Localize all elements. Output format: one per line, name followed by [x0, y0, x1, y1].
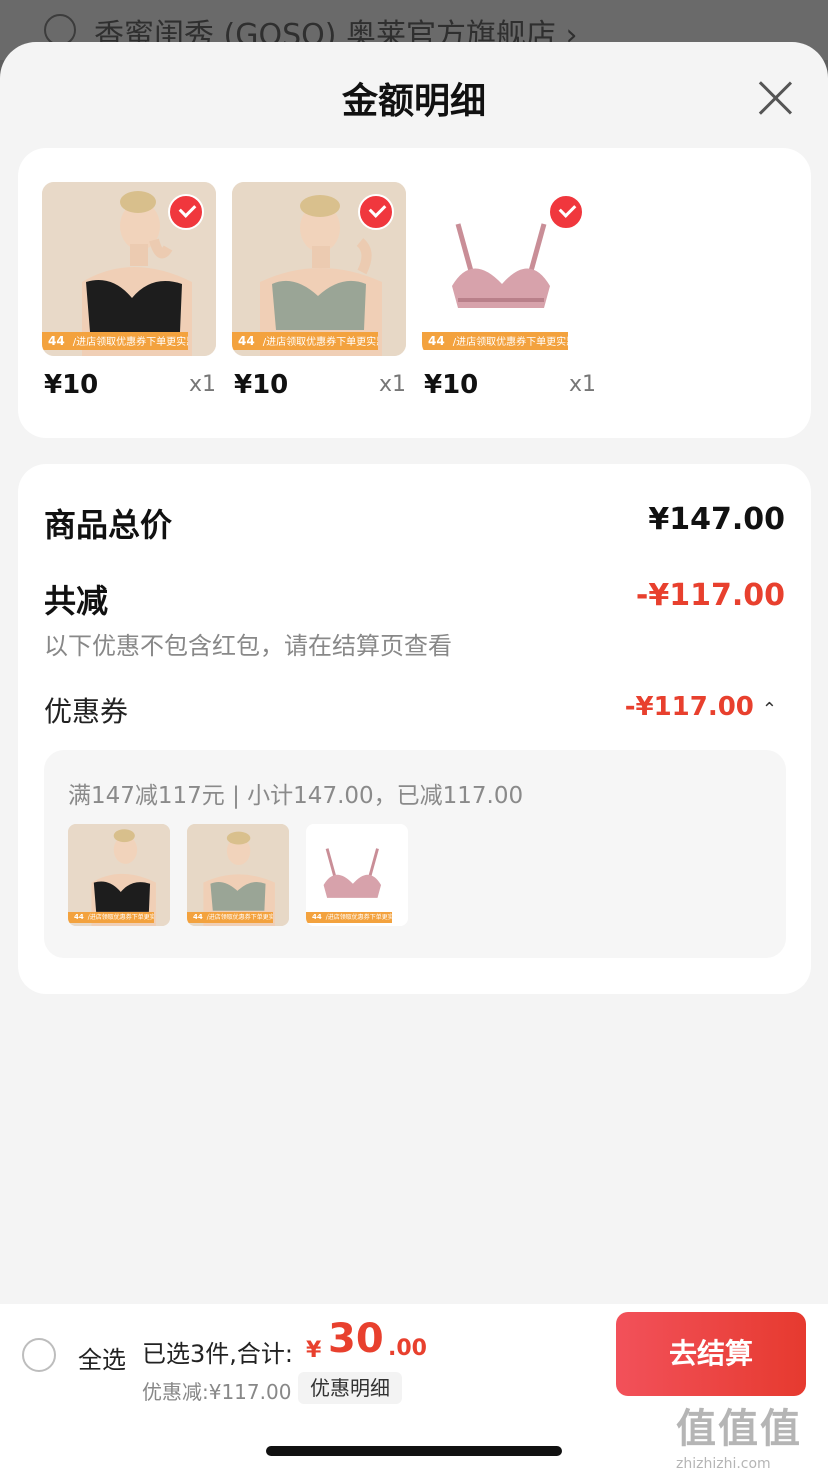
product-qty: x1 [568, 372, 596, 397]
coupon-toggle[interactable]: -¥117.00 ⌃ [625, 692, 777, 722]
product-image[interactable]: 44/进店领取优惠券下单更实惠 [422, 182, 596, 356]
promo-strip: 44/进店领取优惠券下单更实惠 [68, 912, 154, 923]
coupon-product-thumb: 44/进店领取优惠券下单更实惠 [306, 824, 408, 926]
checkout-bar: 全选 已选3件,合计: ¥ 30 .00 优惠减:¥117.00 优惠明细 去结… [0, 1304, 828, 1476]
home-indicator [266, 1446, 562, 1456]
promo-strip: 44/进店领取优惠券下单更实惠 [306, 912, 392, 923]
coupon-product-thumb: 44/进店领取优惠券下单更实惠 [187, 824, 289, 926]
goods-total-value: ¥147.00 [648, 502, 785, 537]
product-price: ¥10 [44, 370, 99, 400]
reduction-label: 共减 [44, 582, 109, 620]
model-green-bra-image [187, 824, 289, 926]
coupon-rule: 满147减117元 | 小计147.00，已减117.00 [68, 783, 524, 809]
pink-lace-bra-image [306, 824, 408, 926]
promo-strip: 44/进店领取优惠券下单更实惠 [42, 332, 188, 350]
coupon-value: -¥117.00 [624, 692, 754, 722]
amount-detail-sheet: 金额明细 44/进店领取优惠券下单更实惠 ¥10 x1 44 /进店领取优惠券下… [0, 42, 828, 1476]
product-price: ¥10 [234, 370, 289, 400]
close-icon[interactable] [756, 78, 794, 116]
selected-check-icon[interactable] [168, 194, 204, 230]
watermark-url: zhizhizhi.com [676, 1456, 771, 1472]
product-image[interactable]: 44/进店领取优惠券下单更实惠 [232, 182, 406, 356]
reduction-note: 以下优惠不包含红包，请在结算页查看 [44, 632, 452, 660]
reduction-value: -¥117.00 [635, 578, 785, 613]
goods-total-label: 商品总价 [44, 506, 173, 544]
total-currency: ¥ [306, 1338, 322, 1363]
product-price: ¥10 [424, 370, 479, 400]
select-all-radio[interactable] [22, 1338, 56, 1372]
coupon-detail-box: 满147减117元 | 小计147.00，已减117.00 44/进店领取优惠券… [44, 750, 786, 958]
promo-strip: 44/进店领取优惠券下单更实惠 [422, 332, 568, 350]
coupon-label: 优惠券 [44, 695, 129, 728]
product-qty: x1 [188, 372, 216, 397]
sheet-title: 金额明细 [341, 81, 486, 122]
price-breakdown-card: 商品总价 ¥147.00 共减 -¥117.00 以下优惠不包含红包，请在结算页… [18, 464, 811, 994]
watermark-glyphs: 值值值 [676, 1406, 802, 1452]
selected-summary: 已选3件,合计: [142, 1340, 293, 1368]
selected-check-icon[interactable] [358, 194, 394, 230]
select-all-label[interactable]: 全选 [78, 1340, 126, 1375]
product-image[interactable]: 44/进店领取优惠券下单更实惠 [42, 182, 216, 356]
model-black-bra-image [68, 824, 170, 926]
coupon-product-thumb: 44/进店领取优惠券下单更实惠 [68, 824, 170, 926]
discount-amount: 优惠减:¥117.00 [142, 1380, 292, 1404]
product-item[interactable]: 44/进店领取优惠券下单更实惠 ¥10 x1 [42, 182, 216, 400]
watermark-logo: 值值值 zhizhizhi.com [676, 1396, 826, 1474]
selected-products-card: 44/进店领取优惠券下单更实惠 ¥10 x1 44/进店领取优惠券下单更实惠 ¥… [18, 148, 811, 438]
total-amount-decimal: .00 [388, 1336, 427, 1361]
product-item[interactable]: 44/进店领取优惠券下单更实惠 ¥10 x1 [232, 182, 406, 400]
discount-detail-button[interactable]: 优惠明细 [298, 1372, 402, 1404]
product-item[interactable]: 44/进店领取优惠券下单更实惠 ¥10 x1 [422, 182, 596, 400]
checkout-button[interactable]: 去结算 [616, 1312, 806, 1396]
product-qty: x1 [378, 372, 406, 397]
promo-strip: 44/进店领取优惠券下单更实惠 [187, 912, 273, 923]
promo-strip: 44/进店领取优惠券下单更实惠 [232, 332, 378, 350]
total-amount-integer: 30 [328, 1316, 384, 1362]
chevron-up-icon: ⌃ [761, 699, 777, 720]
selected-check-icon[interactable] [548, 194, 584, 230]
